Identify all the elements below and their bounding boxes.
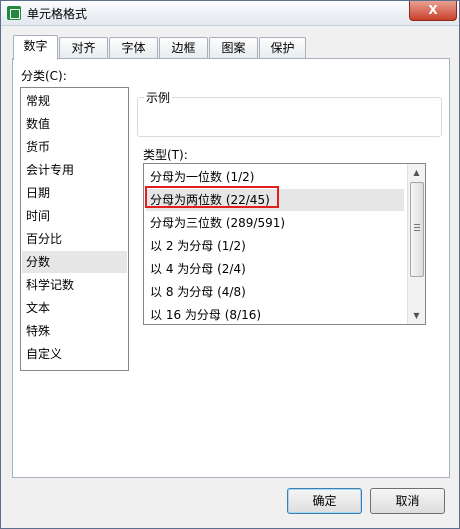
scroll-thumb[interactable] — [410, 182, 424, 277]
type-item[interactable]: 分母为三位数 (289/591) — [146, 212, 404, 234]
title-bar: 单元格格式 X — [1, 1, 459, 26]
type-item[interactable]: 以 16 为分母 (8/16) — [146, 304, 404, 324]
red-highlight-box — [145, 186, 279, 208]
sample-box — [137, 97, 442, 137]
category-item-selected[interactable]: 分数 — [22, 251, 127, 273]
tab-protection[interactable]: 保护 — [259, 37, 306, 59]
type-item[interactable]: 以 2 为分母 (1/2) — [146, 235, 404, 257]
tab-border[interactable]: 边框 — [159, 37, 208, 59]
category-item[interactable]: 数值 — [22, 113, 127, 135]
category-item[interactable]: 会计专用 — [22, 159, 127, 181]
tab-font[interactable]: 字体 — [109, 37, 158, 59]
category-item[interactable]: 特殊 — [22, 320, 127, 342]
type-item[interactable]: 分母为一位数 (1/2) — [146, 166, 404, 188]
scroll-down-icon[interactable]: ▼ — [408, 307, 425, 324]
close-button[interactable]: X — [409, 1, 457, 21]
category-item[interactable]: 常规 — [22, 90, 127, 112]
type-list-scrollbar[interactable]: ▲ ▼ — [407, 164, 425, 324]
category-item[interactable]: 时间 — [22, 205, 127, 227]
tab-alignment[interactable]: 对齐 — [59, 37, 108, 59]
tab-pattern[interactable]: 图案 — [209, 37, 258, 59]
type-item[interactable]: 以 8 为分母 (4/8) — [146, 281, 404, 303]
category-item[interactable]: 货币 — [22, 136, 127, 158]
tab-number[interactable]: 数字 — [13, 35, 58, 60]
category-item[interactable]: 文本 — [22, 297, 127, 319]
scroll-up-icon[interactable]: ▲ — [408, 164, 425, 181]
dialog-title: 单元格格式 — [27, 7, 88, 21]
grip-icon — [414, 224, 420, 225]
type-item[interactable]: 以 4 为分母 (2/4) — [146, 258, 404, 280]
category-item[interactable]: 百分比 — [22, 228, 127, 250]
app-icon — [7, 6, 21, 20]
category-item[interactable]: 科学记数 — [22, 274, 127, 296]
category-item[interactable]: 自定义 — [22, 343, 127, 365]
number-tab-panel: 分类(C): 常规 数值 货币 会计专用 日期 时间 百分比 分数 科学记数 文… — [12, 58, 450, 478]
type-label: 类型(T): — [143, 148, 188, 162]
sample-label: 示例 — [144, 89, 173, 106]
ok-button[interactable]: 确定 — [287, 488, 362, 514]
format-cells-dialog: 单元格格式 X 数字 对齐 字体 边框 图案 保护 分类(C): 常规 数值 货… — [0, 0, 460, 529]
category-item[interactable]: 日期 — [22, 182, 127, 204]
category-list[interactable]: 常规 数值 货币 会计专用 日期 时间 百分比 分数 科学记数 文本 特殊 自定… — [20, 87, 129, 371]
type-list[interactable]: 分母为一位数 (1/2) 分母为两位数 (22/45) 分母为三位数 (289/… — [143, 163, 426, 325]
cancel-button[interactable]: 取消 — [370, 488, 445, 514]
category-label: 分类(C): — [21, 69, 67, 83]
